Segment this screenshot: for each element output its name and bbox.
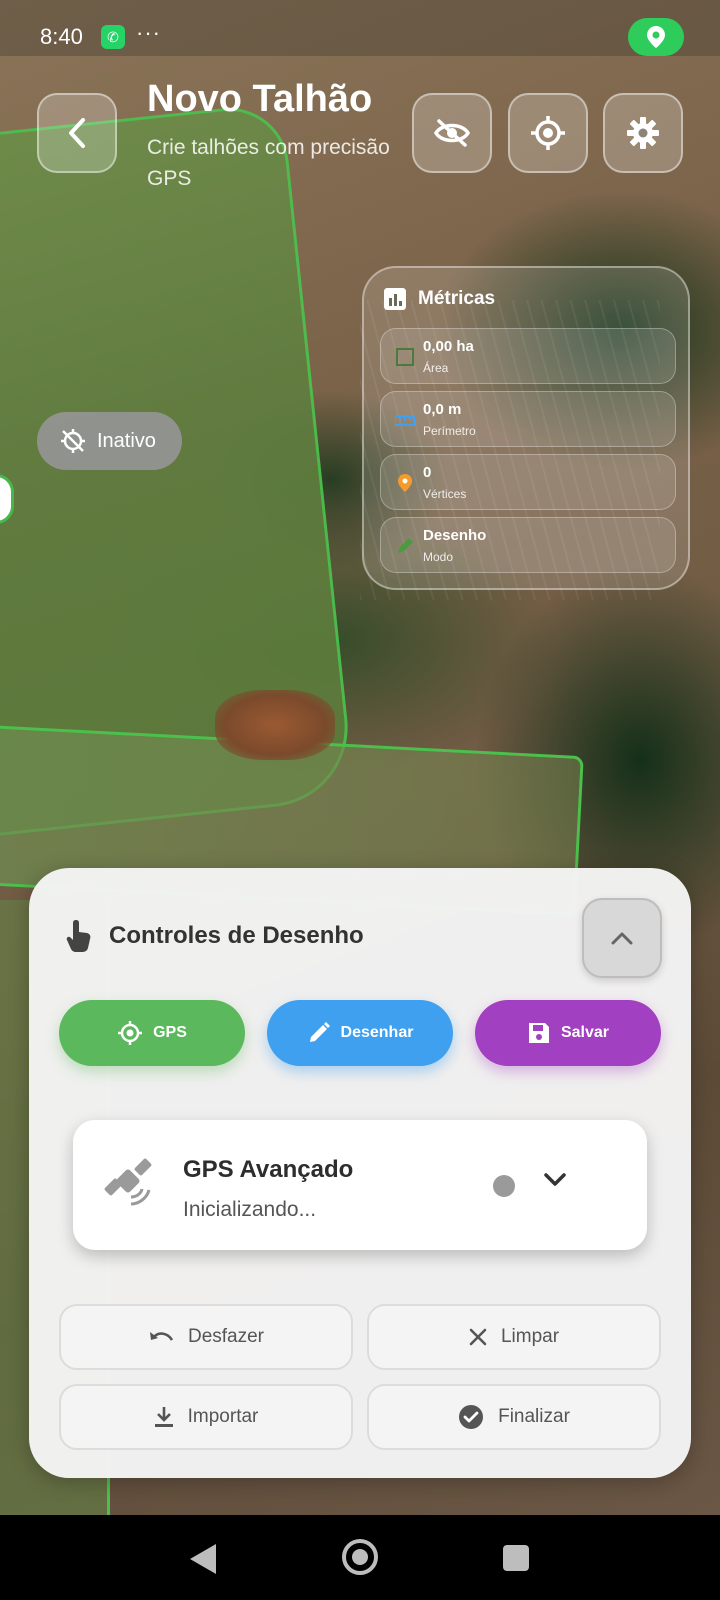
metric-perimeter-value: 0,0 m (423, 401, 462, 418)
check-circle-icon (459, 1405, 484, 1429)
satellite-icon (104, 1158, 152, 1206)
save-button[interactable]: Salvar (475, 1000, 661, 1066)
metrics-title: Métricas (418, 288, 496, 309)
metric-vertices: 0 Vértices (380, 454, 676, 510)
gps-tracking-status-chip[interactable]: Inativo (37, 412, 182, 470)
pencil-icon (309, 1022, 330, 1042)
undo-icon (149, 1332, 174, 1341)
more-notifications-icon: ··· (136, 20, 161, 45)
metric-vertices-label: Vértices (423, 487, 467, 501)
nav-home-icon[interactable] (342, 1539, 378, 1575)
undo-label: Desfazer (187, 1326, 265, 1347)
chevron-up-icon (611, 932, 633, 945)
save-icon (528, 1023, 549, 1043)
location-disabled-icon (61, 429, 85, 453)
metric-area-value: 0,00 ha (423, 338, 474, 355)
metric-perimeter-label: Perímetro (423, 424, 476, 438)
pencil-icon (398, 538, 413, 553)
chevron-down-icon[interactable] (543, 1172, 567, 1188)
system-navigation-bar (0, 1515, 720, 1600)
download-icon (154, 1407, 173, 1427)
import-label: Importar (187, 1406, 259, 1427)
finish-label: Finalizar (498, 1406, 570, 1427)
ruler-icon (395, 415, 415, 426)
undo-button[interactable]: Desfazer (59, 1304, 353, 1370)
gps-card-status: Inicializando... (183, 1198, 317, 1221)
location-pin-icon (647, 26, 665, 48)
crosshair-icon (531, 116, 565, 150)
bar-chart-icon (384, 288, 406, 310)
metric-mode: Desenho Modo (380, 517, 676, 573)
page-subtitle: Crie talhões com precisão GPS (147, 136, 390, 190)
gps-mode-button[interactable]: GPS (59, 1000, 245, 1066)
nav-recents-icon[interactable] (503, 1545, 529, 1571)
metric-area-label: Área (423, 361, 449, 375)
metric-area: 0,00 ha Área (380, 328, 676, 384)
pin-icon (398, 474, 412, 492)
metric-mode-value: Desenho (423, 527, 487, 544)
finish-button[interactable]: Finalizar (367, 1384, 661, 1450)
gps-signal-indicator (493, 1175, 515, 1197)
import-button[interactable]: Importar (59, 1384, 353, 1450)
chevron-left-icon (69, 118, 85, 148)
whatsapp-icon: ✆ (101, 25, 125, 49)
clear-button[interactable]: Limpar (367, 1304, 661, 1370)
status-bar: 8:40 ✆ ··· (0, 0, 720, 56)
area-icon (396, 348, 414, 366)
gear-icon (627, 117, 659, 149)
metric-perimeter: 0,0 m Perímetro (380, 391, 676, 447)
toggle-visibility-button[interactable] (412, 93, 492, 173)
settings-button[interactable] (603, 93, 683, 173)
drawing-controls-panel: Controles de Desenho GPS Desenhar Salvar… (29, 868, 691, 1478)
back-button[interactable] (37, 93, 117, 173)
gps-tracking-status-label: Inativo (97, 429, 156, 452)
advanced-gps-card[interactable]: GPS Avançado Inicializando... (73, 1120, 647, 1250)
close-icon (469, 1328, 487, 1346)
page-title: Novo Talhão (147, 78, 373, 120)
map-farmstead (215, 690, 335, 760)
center-location-button[interactable] (508, 93, 588, 173)
location-active-badge (628, 18, 684, 56)
save-label: Salvar (560, 1024, 610, 1041)
collapse-panel-button[interactable] (582, 898, 662, 978)
metrics-card: Métricas 0,00 ha Área 0,0 m Perímetro 0 … (362, 266, 690, 590)
draw-mode-button[interactable]: Desenhar (267, 1000, 453, 1066)
nav-back-icon[interactable] (190, 1544, 216, 1574)
gps-mode-label: GPS (153, 1024, 187, 1041)
draw-mode-label: Desenhar (340, 1024, 414, 1041)
clear-label: Limpar (500, 1326, 560, 1347)
metric-mode-label: Modo (423, 550, 454, 564)
eye-off-icon (434, 119, 470, 147)
touch-hand-icon (66, 920, 91, 952)
metric-vertices-value: 0 (423, 464, 432, 481)
gps-card-title: GPS Avançado (183, 1156, 354, 1183)
status-time: 8:40 (40, 24, 83, 49)
crosshair-icon (118, 1021, 143, 1045)
panel-title: Controles de Desenho (109, 922, 364, 949)
